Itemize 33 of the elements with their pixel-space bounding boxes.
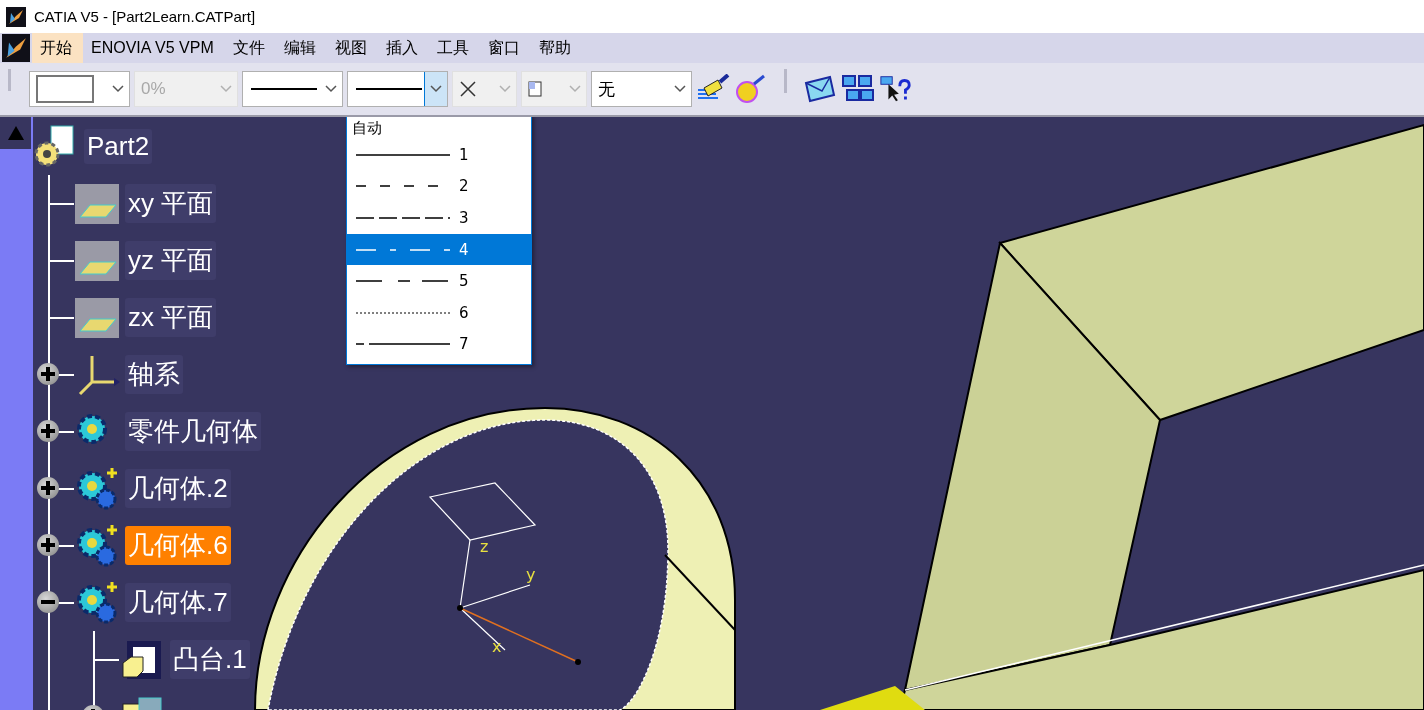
menu-item[interactable]: 文件 (224, 33, 276, 63)
dropdown-option[interactable]: 5 (347, 265, 531, 297)
toolbar-combo[interactable]: 无 (591, 71, 692, 107)
tree-node-label[interactable]: Part2 (84, 129, 153, 164)
combo-value: 0% (141, 79, 167, 99)
axis-label: x (492, 637, 502, 656)
dropdown-option[interactable]: 6 (347, 296, 531, 329)
menu-item[interactable]: 工具 (428, 33, 480, 63)
dropdown-option[interactable]: 2 (347, 170, 531, 203)
dropdown-header[interactable]: 自动 (347, 117, 531, 139)
tree-node-label[interactable]: zx 平面 (125, 298, 217, 337)
menu-item[interactable]: 插入 (377, 33, 429, 63)
dropdown-option[interactable]: 7 (347, 328, 531, 361)
dropdown-option[interactable]: 3 (347, 202, 531, 234)
tree-node-label[interactable]: 凸台.1 (170, 640, 250, 679)
tree-node-label[interactable]: 零件几何体 (125, 412, 261, 451)
tree-node-label[interactable]: 轴系 (125, 355, 183, 394)
tree-node-label[interactable]: yz 平面 (125, 241, 217, 280)
window-title: CATIA V5 - [Part2Learn.CATPart] (34, 8, 256, 25)
dropdown-option[interactable]: 4 (347, 233, 531, 266)
menu-item[interactable]: ENOVIA V5 VPM (83, 33, 225, 63)
tree-node-label[interactable]: 几何体.2 (125, 469, 231, 508)
menu-item[interactable]: 视图 (326, 33, 378, 63)
tree-node-label[interactable]: 几何体.7 (125, 583, 231, 622)
axis-label: z (480, 537, 489, 556)
dropdown-option[interactable]: 1 (347, 139, 531, 171)
menu-item[interactable]: 窗口 (479, 33, 531, 63)
combo-value: 无 (598, 78, 616, 101)
menu-item[interactable]: 帮助 (530, 33, 582, 63)
tree-node-label[interactable]: xy 平面 (125, 184, 217, 223)
menu-item[interactable]: 编辑 (275, 33, 327, 63)
menu-item[interactable]: 开始 (32, 33, 83, 63)
axis-label: y (526, 565, 536, 584)
